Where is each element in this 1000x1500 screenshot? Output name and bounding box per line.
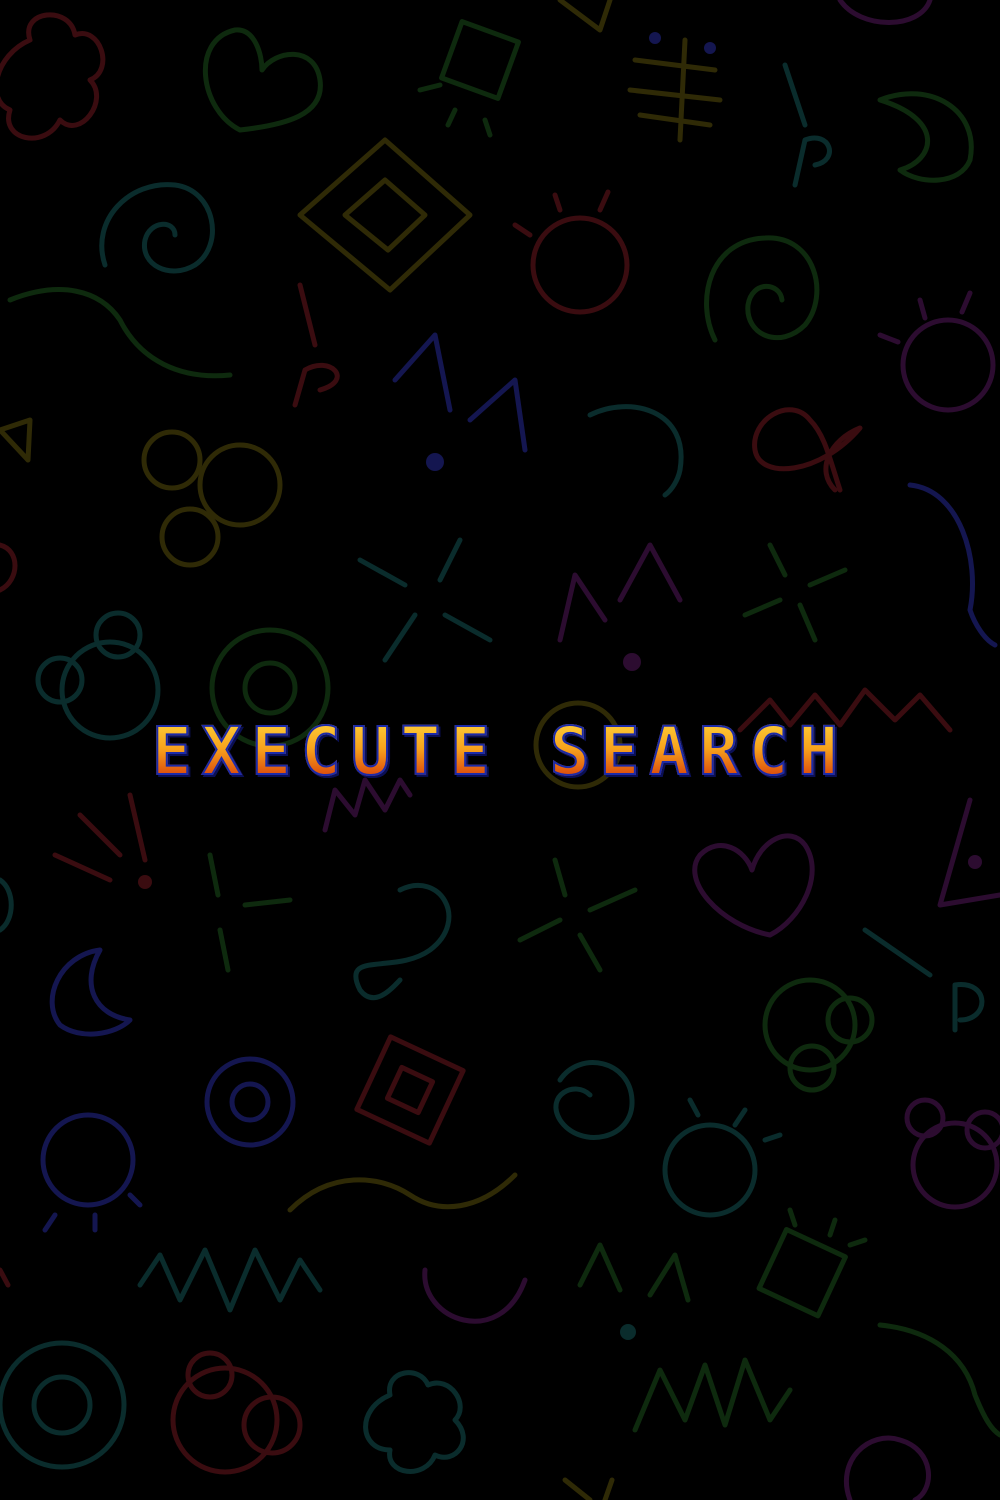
- wave-icon: [907, 482, 998, 648]
- square-inner: [384, 1064, 436, 1116]
- title-container: EXECUTE SEARCH: [0, 712, 1000, 792]
- triangle-icon: [562, 1477, 615, 1500]
- sparkle-icon: [207, 852, 293, 973]
- wave-icon: [287, 1172, 518, 1213]
- flower-icon: [363, 1370, 466, 1474]
- target-inner: [242, 660, 298, 716]
- arc-icon: [587, 404, 684, 498]
- triangle-icon: [0, 417, 33, 463]
- bubble: [964, 1109, 1000, 1151]
- sun-rays: [877, 290, 973, 345]
- target-icon: [0, 1340, 127, 1470]
- ray-lines: [787, 1207, 868, 1248]
- spiral-icon: [704, 235, 820, 343]
- arc-icon: [0, 542, 18, 593]
- loop-icon: [752, 407, 863, 493]
- crescent-icon: [877, 91, 974, 183]
- heart-icon: [202, 27, 323, 133]
- heart-icon: [692, 833, 815, 938]
- flower-icon: [0, 12, 106, 141]
- target-inner: [229, 1081, 271, 1123]
- dot: [426, 453, 444, 471]
- dot: [138, 875, 152, 889]
- bubbles-icon: [762, 977, 858, 1073]
- sun-icon: [40, 1112, 136, 1208]
- sparkle-icon: [357, 537, 493, 663]
- triangle-icon: [937, 797, 1000, 908]
- glyph-icon: [292, 282, 340, 408]
- peaks-icon: [557, 542, 683, 643]
- square-icon: [756, 1226, 848, 1319]
- screen-title: EXECUTE SEARCH: [151, 713, 849, 790]
- dot: [623, 653, 641, 671]
- spiral-icon: [843, 1435, 931, 1500]
- spiral-icon: [99, 182, 215, 274]
- sun-icon: [900, 317, 996, 413]
- arc-icon: [422, 1267, 528, 1324]
- triangle-icon: [557, 0, 613, 33]
- bubble: [159, 506, 221, 568]
- arc-icon: [0, 877, 14, 933]
- sparkle-icon: [742, 542, 848, 643]
- bubbles-icon: [197, 442, 283, 528]
- arc-icon: [837, 0, 933, 25]
- peaks-icon: [577, 1242, 691, 1303]
- sun-rays: [42, 1192, 143, 1233]
- s-curve-icon: [353, 882, 452, 1000]
- glyph-icon: [782, 62, 832, 188]
- bubble: [93, 610, 143, 660]
- sun-rays: [512, 189, 611, 238]
- diamond-icon: [297, 137, 473, 293]
- spiral-icon: [553, 1060, 635, 1140]
- sparkle-icon: [517, 857, 638, 973]
- glyph-icon: [862, 927, 985, 1033]
- target-inner: [31, 1374, 93, 1436]
- square-icon: [439, 19, 521, 101]
- target-icon: [204, 1056, 296, 1148]
- dot: [649, 32, 661, 44]
- peaks-icon: [392, 332, 528, 453]
- ray-lines: [52, 792, 148, 883]
- search-screen: EXECUTE SEARCH: [0, 0, 1000, 1500]
- sun-icon: [662, 1122, 758, 1218]
- square-icon: [354, 1034, 466, 1146]
- zigzag-icon: [137, 1247, 323, 1313]
- arc-icon: [0, 1267, 11, 1288]
- zigzag-icon: [632, 1357, 793, 1433]
- dot: [968, 855, 982, 869]
- wave-icon: [7, 287, 233, 379]
- bubble: [141, 429, 203, 491]
- dot: [620, 1324, 636, 1340]
- glyph-icon: [627, 37, 723, 143]
- bubble: [904, 1097, 946, 1139]
- sun-icon: [530, 215, 630, 315]
- wave-icon: [877, 1322, 1000, 1438]
- dot: [704, 42, 716, 54]
- crescent-icon: [49, 947, 133, 1037]
